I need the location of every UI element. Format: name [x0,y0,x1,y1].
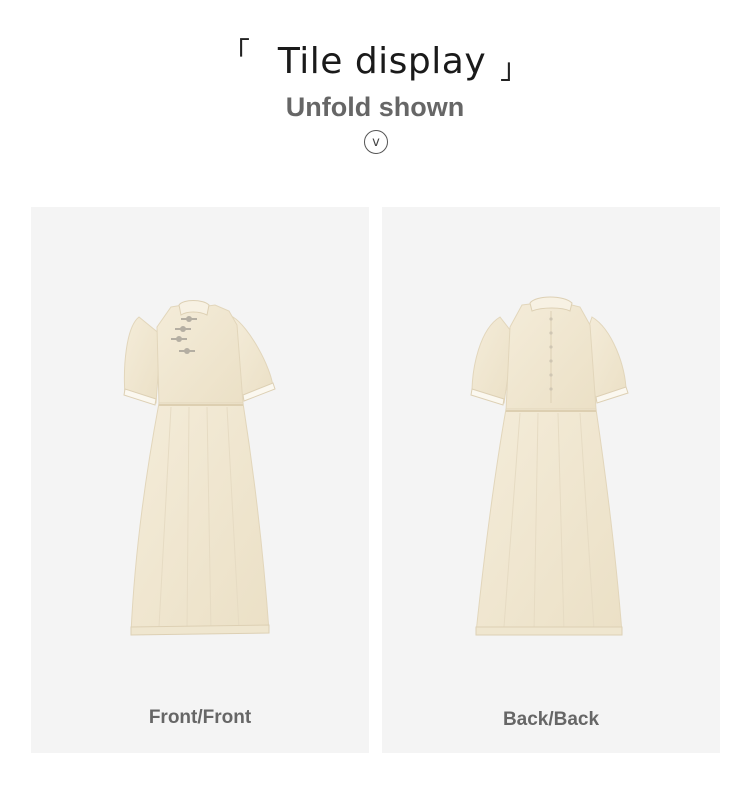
section-subtitle: Unfold shown [285,92,465,122]
corner-bracket-left: 「 [221,36,250,69]
front-caption: Front/Front [148,707,252,728]
dress-back-illustration [470,296,629,636]
section-title: Tile display [277,40,487,82]
chevron-down-icon: v [364,130,388,154]
expand-glyph: v [372,134,380,150]
dress-front-illustration [123,300,276,636]
product-image-back: Back/Back [382,207,720,753]
section-title-row: 「 Tile display 」 [0,36,750,86]
back-caption: Back/Back [502,709,600,730]
corner-bracket-right: 」 [500,52,529,85]
product-image-front: Front/Front [31,207,369,753]
